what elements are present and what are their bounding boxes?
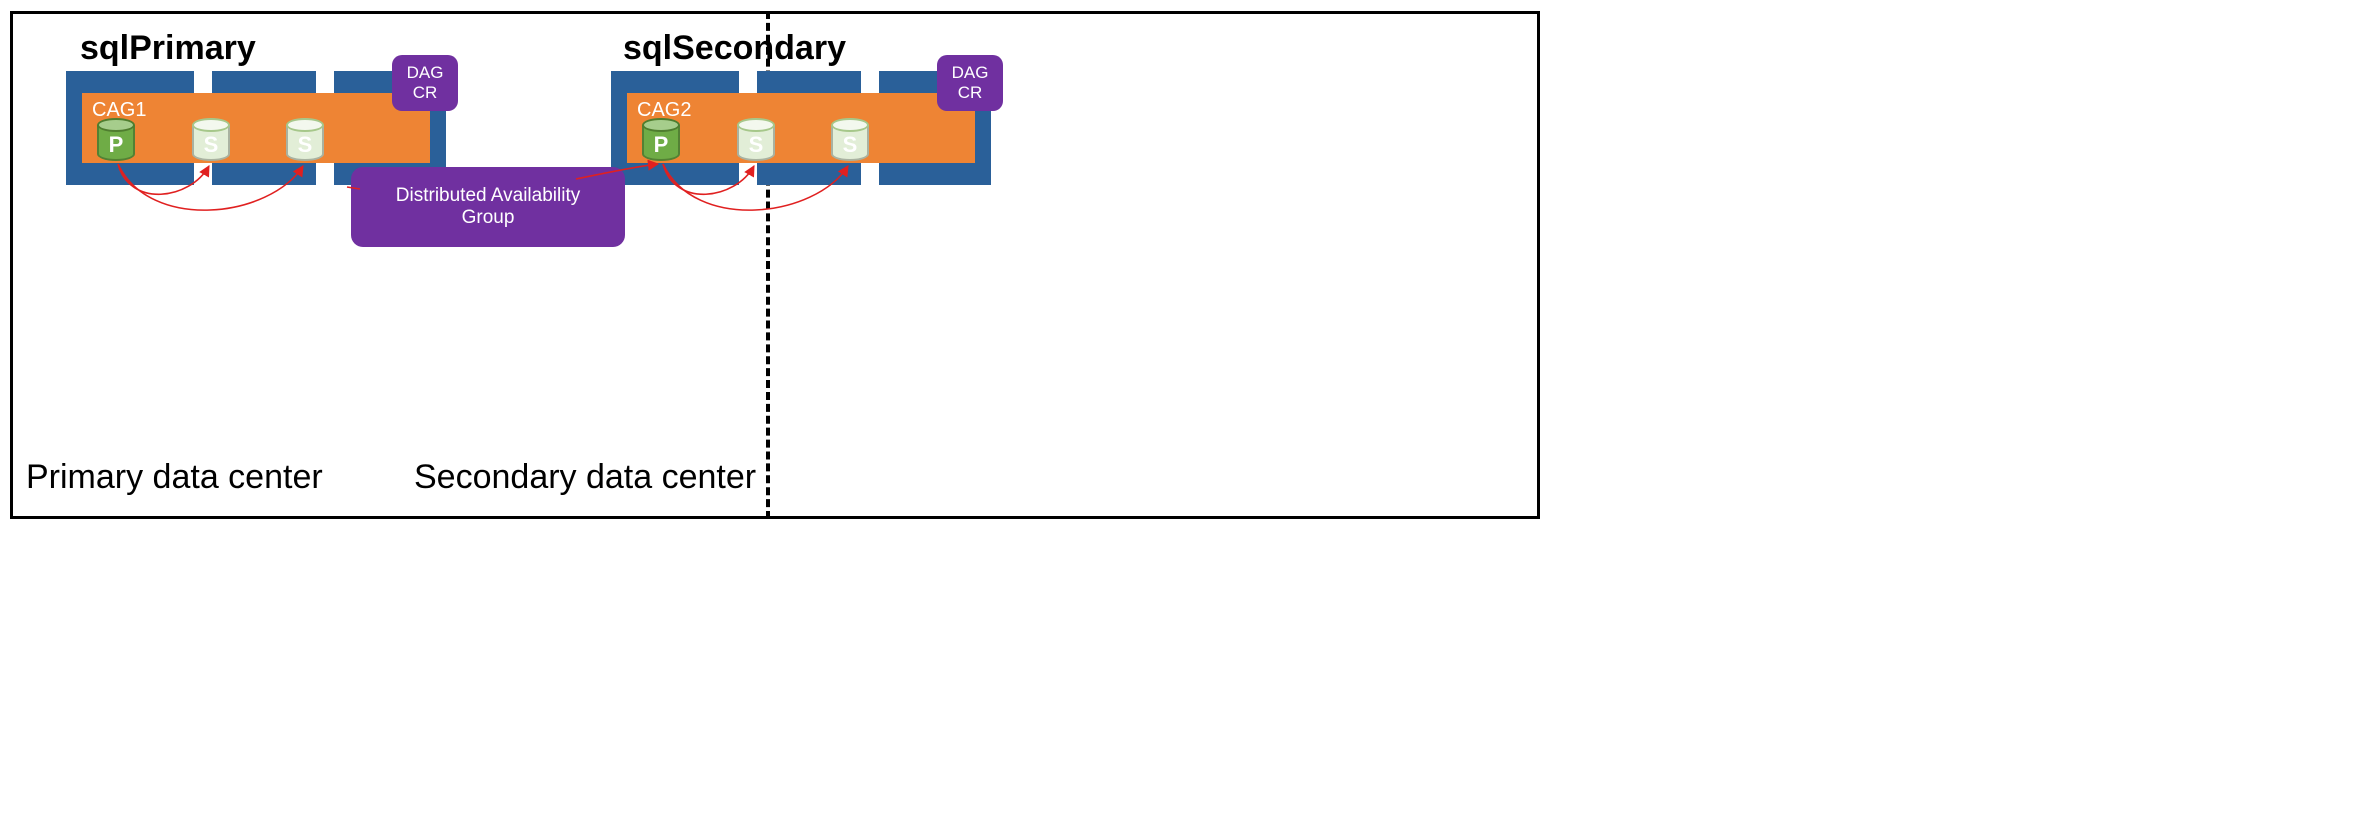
secondary-db-s2-label: S [831,132,869,158]
secondary-db-s1: S [737,118,775,164]
primary-db-s2: S [286,118,324,164]
primary-db-s1-label: S [192,132,230,158]
primary-db-p-label: P [97,132,135,158]
primary-dag-badge: DAG CR [392,55,458,111]
primary-db-s1: S [192,118,230,164]
primary-datacenter-title: Primary data center [26,458,323,497]
secondary-db-p-label: P [642,132,680,158]
primary-cluster-title: sqlPrimary [80,29,256,68]
secondary-dag-badge: DAG CR [937,55,1003,111]
secondary-dag-badge-line2: CR [937,83,1003,103]
secondary-db-s2: S [831,118,869,164]
dag-group-label: Distributed Availability Group [351,167,625,247]
primary-dag-badge-line1: DAG [392,63,458,83]
primary-db-s2-label: S [286,132,324,158]
secondary-datacenter-title: Secondary data center [414,458,756,497]
primary-dag-badge-line2: CR [392,83,458,103]
secondary-cluster-title: sqlSecondary [623,29,846,68]
primary-db-p: P [97,118,135,164]
diagram-canvas: sqlPrimary CAG1 DAG CR P S S sqlSecondar… [0,0,1552,536]
secondary-dag-badge-line1: DAG [937,63,1003,83]
secondary-db-p: P [642,118,680,164]
secondary-db-s1-label: S [737,132,775,158]
